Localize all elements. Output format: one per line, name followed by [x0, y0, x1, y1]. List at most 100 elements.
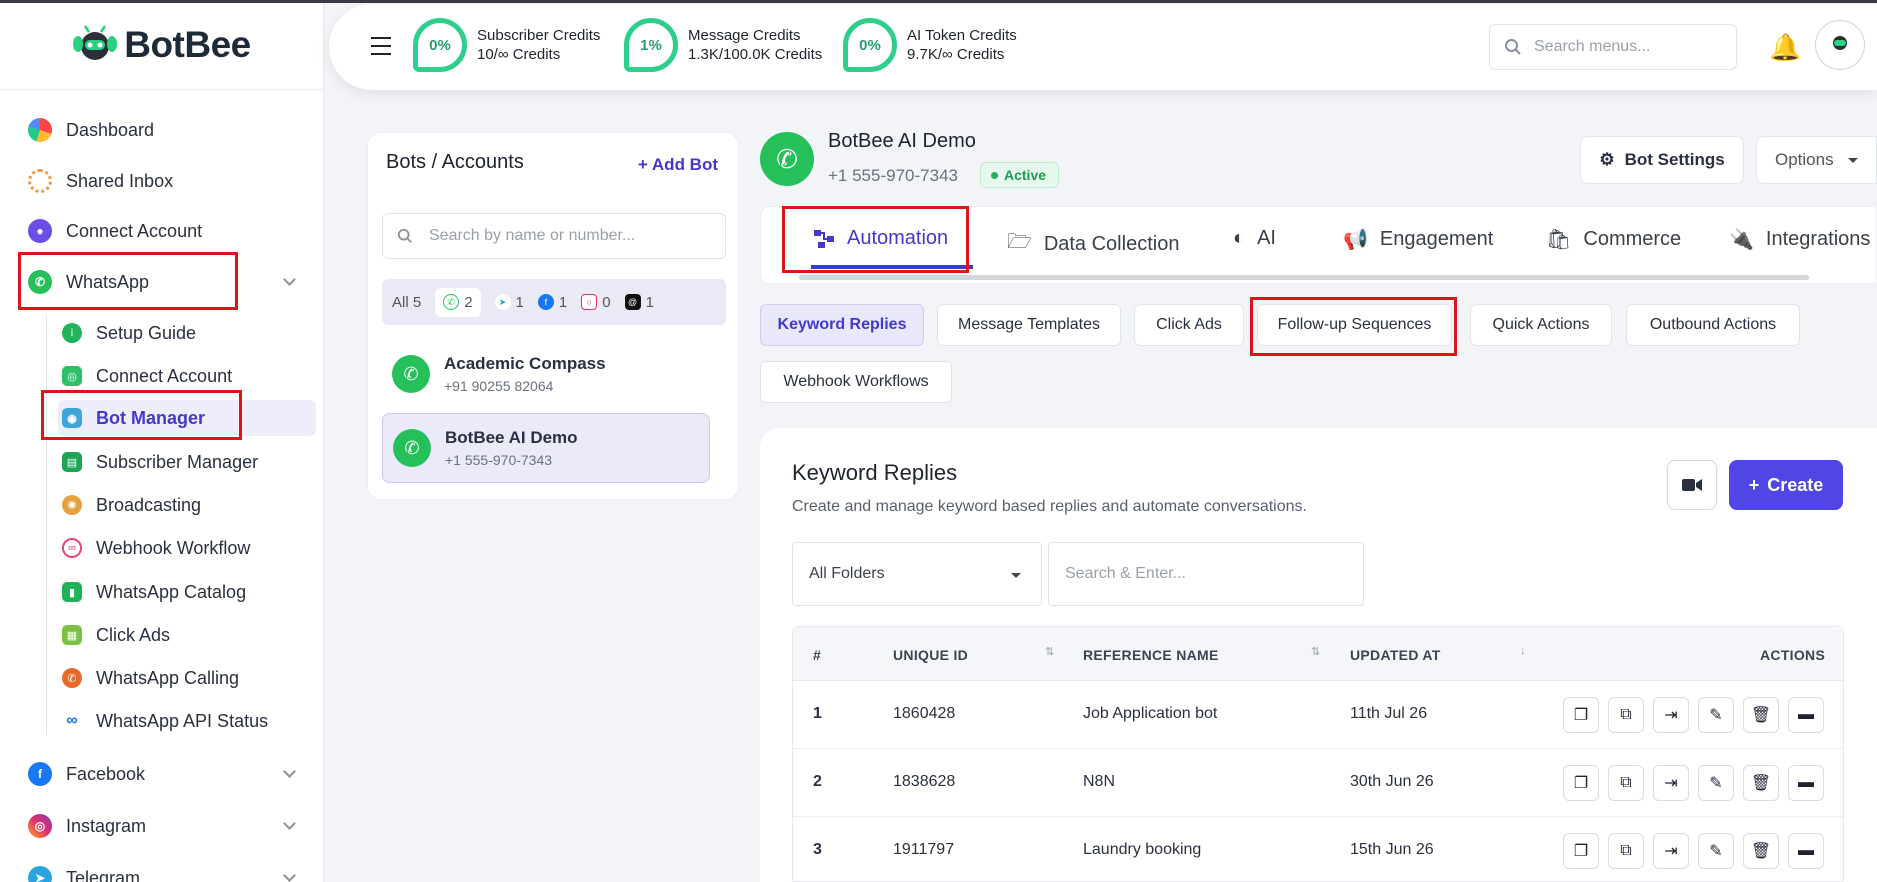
- hamburger-menu-icon[interactable]: [371, 37, 391, 61]
- credit-subscriber: 0% Subscriber Credits 10/∞ Credits: [413, 18, 600, 72]
- create-button[interactable]: + Create: [1729, 460, 1843, 510]
- sidebar-item-connect-account[interactable]: ● Connect Account: [28, 210, 294, 252]
- copy-button[interactable]: ❐: [1563, 833, 1599, 869]
- sidebar-item-telegram[interactable]: ➤ Telegram: [28, 857, 296, 882]
- filter-threads[interactable]: @1: [624, 294, 654, 311]
- sidebar-sub-label: Connect Account: [96, 365, 233, 386]
- credit-value: 10/∞ Credits: [477, 46, 561, 63]
- folder-select[interactable]: All Folders: [792, 542, 1042, 606]
- sort-icon[interactable]: ⇅: [1311, 645, 1320, 658]
- filter-count: 1: [558, 293, 568, 311]
- add-bot-button[interactable]: + Add Bot: [638, 155, 718, 175]
- export-button[interactable]: ⇥: [1653, 697, 1689, 733]
- sidebar-sub-setup-guide[interactable]: i Setup Guide: [62, 315, 314, 351]
- tab-engagement[interactable]: 📢 Engagement: [1343, 227, 1493, 252]
- connect-icon: ◎: [62, 366, 82, 386]
- bot-list-item-selected[interactable]: ✆ BotBee AI Demo +1 555-970-7343: [382, 413, 710, 483]
- threads-icon: @: [624, 294, 641, 310]
- chevron-down-icon: [283, 869, 296, 882]
- column-header-unique-id[interactable]: UNIQUE ID: [893, 647, 968, 663]
- subtab-label: Quick Actions: [1492, 316, 1590, 333]
- sidebar-sub-label: Webhook Workflow: [96, 537, 251, 558]
- subtab-label: Webhook Workflows: [783, 373, 929, 390]
- sidebar-sub-webhook-workflow[interactable]: ∞ Webhook Workflow: [62, 530, 314, 566]
- subtab-quick-actions[interactable]: Quick Actions: [1470, 304, 1612, 346]
- export-button[interactable]: ⇥: [1653, 833, 1689, 869]
- row-actions: ❐ ⧉ ⇥ ✎ 🗑 ▬: [1563, 765, 1824, 801]
- sidebar-item-shared-inbox[interactable]: Shared Inbox: [28, 160, 294, 202]
- options-dropdown[interactable]: Options: [1756, 136, 1877, 184]
- credit-title: AI Token Credits: [907, 27, 1017, 44]
- bot-name: Academic Compass: [444, 354, 606, 373]
- file-export-icon: ⇥: [1664, 843, 1678, 860]
- video-tutorial-button[interactable]: [1667, 460, 1717, 510]
- sidebar-sub-connect-account[interactable]: ◎ Connect Account: [62, 358, 314, 394]
- delete-button[interactable]: 🗑: [1743, 765, 1779, 801]
- bot-search-input[interactable]: Search by name or number...: [382, 213, 726, 259]
- filter-all[interactable]: All 5: [392, 294, 421, 311]
- export-button[interactable]: ⇥: [1653, 765, 1689, 801]
- copy-button[interactable]: ❐: [1563, 765, 1599, 801]
- move-folder-button[interactable]: ▬: [1788, 833, 1824, 869]
- subtab-message-templates[interactable]: Message Templates: [937, 304, 1121, 346]
- column-header-updated-at[interactable]: UPDATED AT: [1350, 647, 1441, 663]
- copy-button[interactable]: ❐: [1563, 697, 1599, 733]
- edit-button[interactable]: ✎: [1698, 765, 1734, 801]
- tabs-scrollbar[interactable]: [799, 275, 1809, 280]
- duplicate-button[interactable]: ⧉: [1608, 697, 1644, 733]
- subtab-webhook-workflows[interactable]: Webhook Workflows: [760, 361, 952, 403]
- tab-integrations[interactable]: 🔌 Integrations: [1729, 227, 1870, 252]
- subtab-click-ads[interactable]: Click Ads: [1134, 304, 1244, 346]
- sidebar-sub-broadcasting[interactable]: ✺ Broadcasting: [62, 487, 314, 523]
- subtab-keyword-replies[interactable]: Keyword Replies: [760, 304, 924, 346]
- bee-robot-icon: [73, 24, 118, 60]
- move-folder-button[interactable]: ▬: [1788, 765, 1824, 801]
- sidebar-sub-whatsapp-calling[interactable]: ✆ WhatsApp Calling: [62, 660, 314, 696]
- edit-button[interactable]: ✎: [1698, 697, 1734, 733]
- sidebar-sub-subscriber-manager[interactable]: ▤ Subscriber Manager: [62, 444, 314, 480]
- column-header-reference-name[interactable]: REFERENCE NAME: [1083, 647, 1219, 663]
- shopping-bag-icon: 🛍: [1546, 229, 1572, 251]
- tab-data-collection[interactable]: 🗁 Data Collection: [1007, 227, 1179, 261]
- avatar-logo-icon: [1833, 36, 1847, 50]
- gear-icon: ⚙: [1599, 150, 1615, 169]
- row-index: 2: [813, 773, 822, 790]
- filter-whatsapp[interactable]: ✆ 2: [435, 287, 481, 317]
- sort-desc-icon[interactable]: ↓: [1520, 645, 1526, 657]
- tab-commerce[interactable]: 🛍 Commerce: [1546, 227, 1681, 252]
- duplicate-button[interactable]: ⧉: [1608, 765, 1644, 801]
- bell-icon[interactable]: 🔔: [1769, 32, 1801, 63]
- bot-settings-button[interactable]: ⚙ Bot Settings: [1580, 136, 1744, 184]
- sidebar-item-instagram[interactable]: ◎ Instagram: [28, 805, 296, 847]
- filter-telegram[interactable]: ➤ 1: [494, 294, 524, 311]
- brand-logo[interactable]: BotBee: [0, 0, 323, 90]
- caret-down-icon: [1847, 157, 1858, 163]
- move-folder-button[interactable]: ▬: [1788, 697, 1824, 733]
- bot-list-item[interactable]: ✆ Academic Compass +91 90255 82064: [382, 339, 710, 409]
- edit-button[interactable]: ✎: [1698, 833, 1734, 869]
- table-search-input[interactable]: Search & Enter...: [1048, 542, 1364, 606]
- tab-ai[interactable]: ◐ AI: [1233, 227, 1276, 250]
- sidebar-sub-whatsapp-api-status[interactable]: ∞ WhatsApp API Status: [62, 703, 314, 739]
- telegram-icon: ➤: [28, 866, 52, 882]
- sort-icon[interactable]: ⇅: [1045, 645, 1054, 658]
- sidebar-item-facebook[interactable]: f Facebook: [28, 753, 296, 795]
- filter-facebook[interactable]: f1: [537, 293, 568, 311]
- avatar[interactable]: [1815, 20, 1865, 70]
- subtab-outbound-actions[interactable]: Outbound Actions: [1626, 304, 1800, 346]
- sidebar-sub-whatsapp-catalog[interactable]: ▮ WhatsApp Catalog: [62, 574, 314, 610]
- megaphone-icon: 📢: [1343, 229, 1368, 251]
- trash-icon: 🗑: [1750, 707, 1772, 724]
- trash-icon: 🗑: [1750, 775, 1772, 792]
- broadcast-icon: ✺: [62, 495, 82, 515]
- filter-instagram[interactable]: ○ 0: [581, 294, 611, 311]
- delete-button[interactable]: 🗑: [1743, 697, 1779, 733]
- credit-ai-token: 0% AI Token Credits 9.7K/∞ Credits: [843, 18, 1017, 72]
- menu-search-input[interactable]: Search menus...: [1489, 24, 1737, 70]
- sidebar-sub-click-ads[interactable]: ▦ Click Ads: [62, 617, 314, 653]
- row-index: 1: [813, 705, 822, 722]
- duplicate-button[interactable]: ⧉: [1608, 833, 1644, 869]
- delete-button[interactable]: 🗑: [1743, 833, 1779, 869]
- status-dot: [991, 171, 998, 179]
- sidebar-item-dashboard[interactable]: Dashboard: [28, 109, 294, 151]
